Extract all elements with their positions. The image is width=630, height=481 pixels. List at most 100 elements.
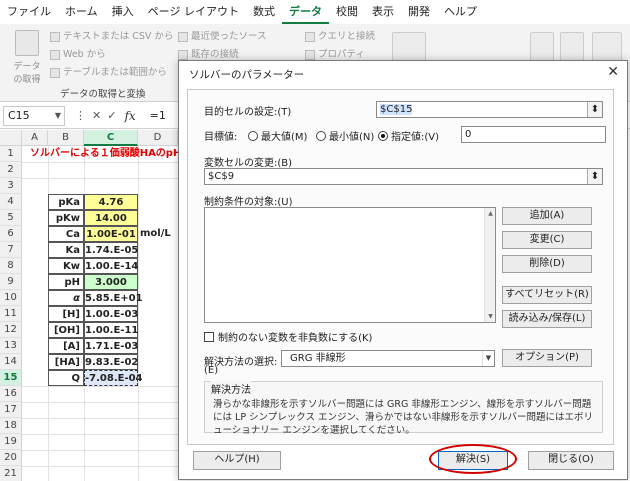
unit-label[interactable]: mol/L [140,226,171,242]
from-table-button[interactable]: テーブルまたは範囲から [50,64,173,82]
tab-file[interactable]: ファイル [0,0,58,24]
tab-insert[interactable]: 挿入 [105,0,141,24]
tab-developer[interactable]: 開発 [401,0,437,24]
method-select[interactable]: GRG 非線形 ▼ [281,350,495,367]
value-kw[interactable]: 1.00.E-14 [84,258,138,274]
fx-icon[interactable]: fx [124,109,135,123]
row-header-3[interactable]: 3 [0,178,22,194]
row-header-1[interactable]: 1 [0,146,22,162]
tab-review[interactable]: 校閲 [329,0,365,24]
recent-sources-button[interactable]: 最近使ったソース [178,28,267,46]
tab-view[interactable]: 表示 [365,0,401,24]
row-header-15[interactable]: 15 [0,370,22,386]
load-save-button[interactable]: 読み込み/保存(L) [502,310,592,328]
close-button[interactable]: 閉じる(O) [528,451,614,470]
reset-all-button[interactable]: すべてリセット(R) [502,286,592,304]
value-pka[interactable]: 4.76 [84,194,138,210]
delete-button[interactable]: 削除(D) [502,255,592,273]
label-kw[interactable]: Kw [48,258,84,274]
value-of-input[interactable]: 0 [461,126,606,143]
chevron-down-icon[interactable]: ▼ [55,107,61,125]
database-icon [15,30,39,56]
row-header-5[interactable]: 5 [0,210,22,226]
value-pkw[interactable]: 14.00 [84,210,138,226]
options-button[interactable]: オプション(P) [502,349,592,367]
radio-value-of[interactable]: 指定値:(V) [378,128,439,143]
column-header-b[interactable]: B [48,130,84,146]
row-header-7[interactable]: 7 [0,242,22,258]
help-button[interactable]: ヘルプ(H) [193,451,281,470]
range-select-icon[interactable]: ⬍ [587,102,602,117]
value-q[interactable]: -7.08.E-04 [84,370,143,386]
value-oh[interactable]: 1.00.E-11 [84,322,138,338]
label-a[interactable]: [A] [48,338,84,354]
to-label: 目標値: [204,132,238,143]
changing-cells-input[interactable]: $C$9 ⬍ [204,168,603,185]
row-header-21[interactable]: 21 [0,466,22,481]
name-box[interactable]: C15 ▼ [3,105,65,126]
row-header-2[interactable]: 2 [0,162,22,178]
tab-help[interactable]: ヘルプ [437,0,484,24]
row-header-19[interactable]: 19 [0,434,22,450]
from-text-csv-button[interactable]: テキストまたは CSV から [50,28,173,46]
label-q[interactable]: Q [48,370,84,386]
nonneg-checkbox[interactable]: 制約のない変数を非負数にする(K) [204,329,372,344]
chevron-down-icon[interactable]: ▼ [482,351,494,366]
label-ca[interactable]: Ca [48,226,84,242]
column-header-c[interactable]: C [84,130,138,146]
label-ka[interactable]: Ka [48,242,84,258]
row-header-11[interactable]: 11 [0,306,22,322]
dialog-titlebar[interactable]: ソルバーのパラメーター ✕ [179,61,627,87]
formula-input[interactable]: =1 [150,109,166,122]
value-ka[interactable]: 1.74.E-05 [84,242,138,258]
label-alpha[interactable]: α [48,290,84,306]
constraints-list[interactable]: ▲ ▼ [204,207,496,323]
scroll-down-icon[interactable]: ▼ [485,311,496,322]
queries-connections-button[interactable]: クエリと接続 [305,28,375,46]
label-h[interactable]: [H] [48,306,84,322]
value-h[interactable]: 1.00.E-03 [84,306,138,322]
row-header-14[interactable]: 14 [0,354,22,370]
tab-data[interactable]: データ [281,0,329,24]
row-header-8[interactable]: 8 [0,258,22,274]
get-data-button[interactable]: データの取得 [10,30,44,85]
tab-formulas[interactable]: 数式 [246,0,282,24]
add-button[interactable]: 追加(A) [502,207,592,225]
value-ph[interactable]: 3.000 [84,274,138,290]
scroll-up-icon[interactable]: ▲ [485,208,496,219]
column-header-d[interactable]: D [138,130,178,146]
value-ca[interactable]: 1.00E-01 [84,226,138,242]
close-icon[interactable]: ✕ [607,64,619,80]
label-ha[interactable]: [HA] [48,354,84,370]
tab-home[interactable]: ホーム [58,0,105,24]
tab-page-layout[interactable]: ページ レイアウト [141,0,246,24]
row-header-10[interactable]: 10 [0,290,22,306]
label-ph[interactable]: pH [48,274,84,290]
value-ha[interactable]: 9.83.E-02 [84,354,138,370]
row-header-13[interactable]: 13 [0,338,22,354]
label-pka[interactable]: pKa [48,194,84,210]
label-oh[interactable]: [OH] [48,322,84,338]
row-header-16[interactable]: 16 [0,386,22,402]
constraints-scrollbar[interactable]: ▲ ▼ [484,208,495,322]
value-a[interactable]: 1.71.E-03 [84,338,138,354]
change-button[interactable]: 変更(C) [502,231,592,249]
row-header-6[interactable]: 6 [0,226,22,242]
radio-value-label: 指定値:(V) [391,132,440,143]
sheet-title[interactable]: ソルバーによる１価弱酸HAのpHの [30,146,191,162]
value-alpha[interactable]: 5.85.E+01 [84,290,143,306]
row-header-17[interactable]: 17 [0,402,22,418]
row-header-4[interactable]: 4 [0,194,22,210]
from-web-button[interactable]: Web から [50,46,173,64]
row-header-12[interactable]: 12 [0,322,22,338]
row-header-20[interactable]: 20 [0,450,22,466]
range-select-icon[interactable]: ⬍ [587,169,602,184]
label-pkw[interactable]: pKw [48,210,84,226]
column-header-a[interactable]: A [22,130,48,146]
select-all-corner[interactable] [0,130,22,146]
row-header-18[interactable]: 18 [0,418,22,434]
objective-input[interactable]: $C$15 ⬍ [376,101,603,118]
radio-max[interactable]: 最大値(M) [248,128,307,143]
radio-min[interactable]: 最小値(N) [316,128,374,143]
row-header-9[interactable]: 9 [0,274,22,290]
